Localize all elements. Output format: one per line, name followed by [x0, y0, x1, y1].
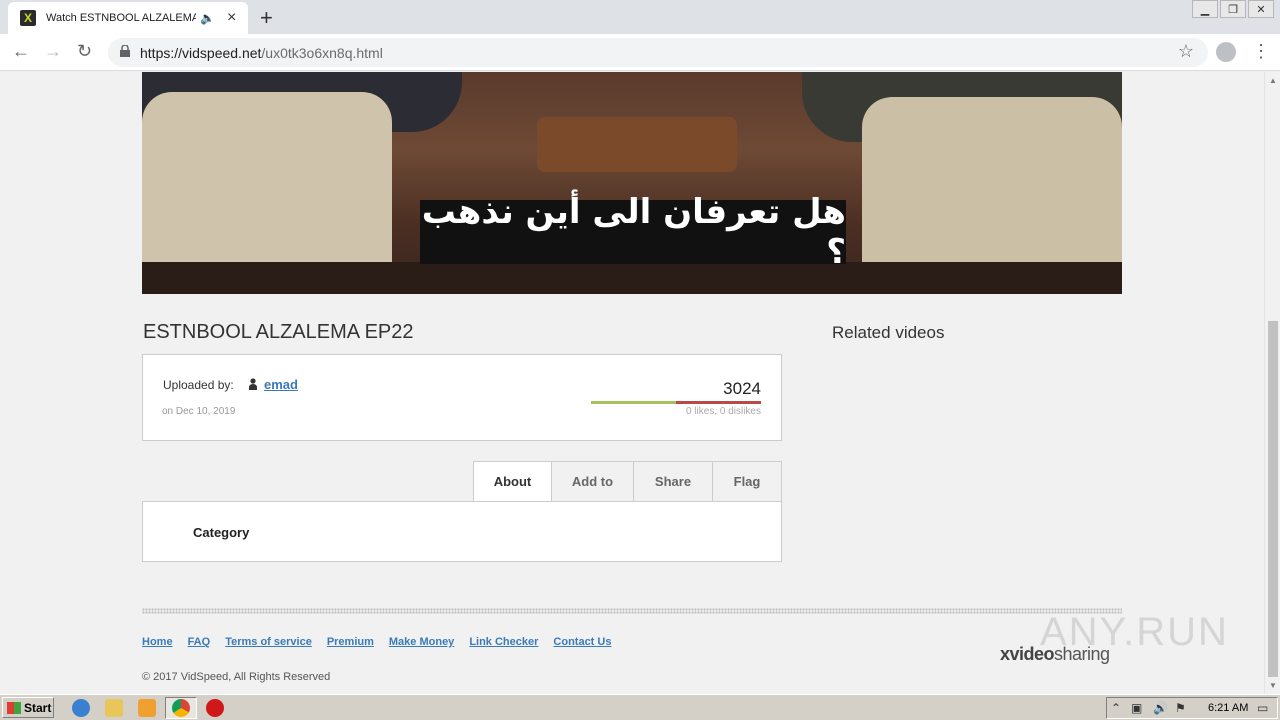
url-text: https://vidspeed.net/ux0tk3o6xn8q.html [140, 45, 383, 61]
forward-arrow-icon[interactable]: → [44, 41, 62, 62]
footer-link-link-checker[interactable]: Link Checker [469, 636, 538, 648]
reload-icon[interactable]: ↻ [77, 41, 92, 62]
view-count: 3024 [723, 379, 761, 398]
speaker-icon[interactable]: 🔈 [200, 11, 215, 25]
tray-expand-icon[interactable]: ⌃ [1111, 701, 1121, 715]
file-explorer-icon[interactable] [105, 699, 123, 717]
windows-logo-icon [7, 701, 21, 714]
chrome-icon [172, 699, 190, 717]
system-tray: ⌃ ▣ 🔊 ⚑ 6:21 AM ▭ [1106, 697, 1278, 719]
tab-add-to[interactable]: Add to [552, 461, 634, 502]
start-button[interactable]: Start [2, 697, 54, 718]
profile-avatar-icon[interactable] [1216, 42, 1236, 62]
chrome-taskbar-button[interactable] [165, 697, 197, 719]
uploaded-by-label: Uploaded by: [163, 378, 234, 392]
restore-icon[interactable]: ❐ [1220, 0, 1246, 18]
logo-bold-text: xvideo [1000, 644, 1055, 664]
uploader-link[interactable]: emad [264, 377, 298, 392]
opera-icon[interactable] [206, 699, 224, 717]
like-ratio-bar [591, 401, 761, 404]
url-domain: https://vidspeed.net [140, 45, 262, 61]
close-window-icon[interactable]: ✕ [1248, 0, 1274, 18]
address-bar[interactable]: https://vidspeed.net/ux0tk3o6xn8q.html ☆ [108, 38, 1208, 67]
like-ratio-fill [591, 401, 676, 404]
video-player[interactable]: هل تعرفان الى أين نذهب ؟ [142, 72, 1122, 294]
menu-kebab-icon[interactable]: ⋮ [1252, 41, 1270, 62]
media-player-icon[interactable] [138, 699, 156, 717]
scrollbar-thumb[interactable] [1268, 321, 1278, 677]
footer-divider [142, 608, 1122, 614]
category-label: Category [193, 525, 250, 540]
video-frame-shape [537, 117, 737, 172]
footer-link-contact[interactable]: Contact Us [553, 636, 611, 648]
tab-flag[interactable]: Flag [713, 461, 782, 502]
xvideosharing-logo: xvideosharing [1000, 644, 1110, 665]
taskbar-clock[interactable]: 6:21 AM [1208, 702, 1248, 714]
close-tab-icon[interactable]: × [227, 9, 236, 27]
footer-links: Home FAQ Terms of service Premium Make M… [142, 636, 626, 648]
start-label: Start [24, 700, 52, 715]
tab-title: Watch ESTNBOOL ALZALEMA EP22 [46, 12, 196, 24]
windows-taskbar: Start ⌃ ▣ 🔊 ⚑ 6:21 AM ▭ [0, 694, 1280, 720]
about-panel: Category [142, 501, 782, 562]
video-subtitle: هل تعرفان الى أين نذهب ؟ [420, 192, 846, 272]
window-controls: ▁ ❐ ✕ [1190, 0, 1274, 18]
page-viewport: هل تعرفان الى أين نذهب ؟ ESTNBOOL ALZALE… [0, 72, 1264, 694]
lock-icon [120, 45, 130, 57]
scroll-down-arrow-icon[interactable]: ▼ [1269, 681, 1277, 690]
network-icon[interactable]: ▣ [1131, 701, 1142, 715]
show-desktop-icon[interactable]: ▭ [1257, 701, 1268, 715]
back-arrow-icon[interactable]: ← [12, 41, 30, 62]
footer-link-terms[interactable]: Terms of service [225, 636, 312, 648]
browser-tab[interactable]: X Watch ESTNBOOL ALZALEMA EP22 🔈 × [8, 2, 248, 34]
browser-toolbar: ← → ↻ https://vidspeed.net/ux0tk3o6xn8q.… [0, 34, 1280, 71]
video-tabs: About Add to Share Flag [473, 461, 782, 502]
tab-about[interactable]: About [473, 461, 552, 502]
footer-link-make-money[interactable]: Make Money [389, 636, 454, 648]
logo-light-text: sharing [1054, 644, 1110, 664]
bookmark-star-icon[interactable]: ☆ [1178, 41, 1194, 62]
footer-link-premium[interactable]: Premium [327, 636, 374, 648]
new-tab-icon[interactable]: + [260, 5, 273, 31]
internet-explorer-icon[interactable] [72, 699, 90, 717]
browser-tabbar: X Watch ESTNBOOL ALZALEMA EP22 🔈 × + ▁ ❐… [0, 0, 1280, 34]
footer-link-faq[interactable]: FAQ [188, 636, 211, 648]
url-path: /ux0tk3o6xn8q.html [261, 45, 383, 61]
related-videos-heading: Related videos [832, 323, 945, 342]
video-info-box: Uploaded by: emad on Dec 10, 2019 3024 0… [142, 354, 782, 441]
action-center-flag-icon[interactable]: ⚑ [1175, 701, 1186, 715]
footer-link-home[interactable]: Home [142, 636, 173, 648]
user-icon [249, 378, 257, 390]
copyright-text: © 2017 VidSpeed, All Rights Reserved [142, 671, 331, 683]
minimize-icon[interactable]: ▁ [1192, 0, 1218, 18]
video-title: ESTNBOOL ALZALEMA EP22 [143, 321, 414, 343]
scroll-up-arrow-icon[interactable]: ▲ [1269, 76, 1277, 85]
likes-dislikes-text: 0 likes, 0 dislikes [685, 406, 761, 417]
page-scrollbar[interactable]: ▲ ▼ [1264, 72, 1280, 694]
volume-icon[interactable]: 🔊 [1153, 701, 1168, 715]
site-favicon-icon: X [20, 10, 36, 26]
tab-share[interactable]: Share [634, 461, 713, 502]
upload-date: on Dec 10, 2019 [162, 406, 236, 417]
